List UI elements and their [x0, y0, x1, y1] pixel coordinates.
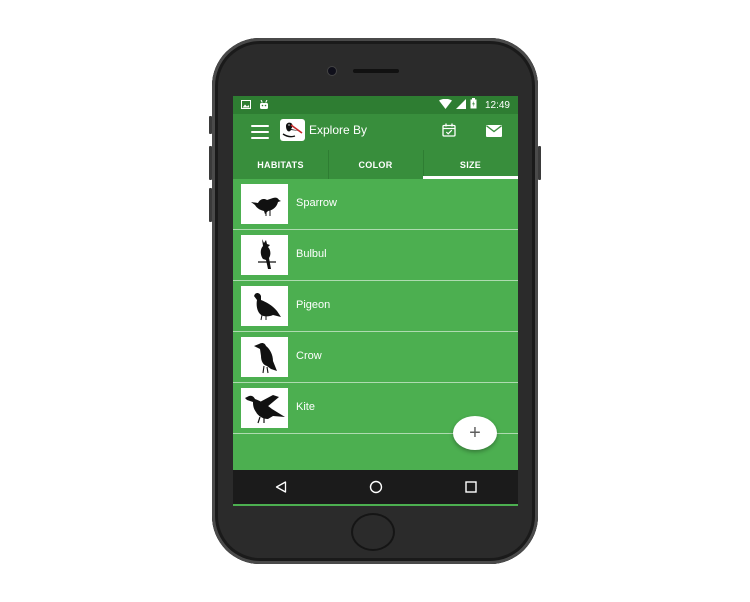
- home-button[interactable]: [353, 515, 393, 549]
- bird-name: Crow: [296, 350, 322, 362]
- bird-name: Bulbul: [296, 248, 327, 260]
- phone-frame: 12:49 Explore By HABITATS COLOR SIZE Spa…: [209, 38, 541, 564]
- bird-name: Sparrow: [296, 197, 337, 209]
- tab-habitats[interactable]: HABITATS: [233, 150, 328, 179]
- bird-name: Kite: [296, 401, 315, 413]
- status-time: 12:49: [484, 99, 510, 111]
- mail-icon[interactable]: [486, 124, 502, 142]
- calendar-icon[interactable]: [442, 123, 456, 142]
- volume-down-button: [209, 188, 212, 222]
- plus-icon: +: [469, 421, 481, 444]
- list-item-crow[interactable]: Crow: [233, 332, 518, 383]
- list-item-pigeon[interactable]: Pigeon: [233, 281, 518, 332]
- battery-icon: [470, 98, 477, 112]
- front-camera: [328, 67, 336, 75]
- app-title: Explore By: [309, 123, 368, 137]
- tab-label: SIZE: [459, 159, 482, 170]
- signal-icon: [455, 98, 466, 112]
- home-icon[interactable]: [361, 477, 391, 497]
- tab-size[interactable]: SIZE: [423, 150, 518, 179]
- tab-label: COLOR: [358, 159, 393, 170]
- menu-icon[interactable]: [251, 125, 269, 139]
- crow-icon: [241, 337, 288, 377]
- bird-name: Pigeon: [296, 299, 331, 311]
- image-icon: [241, 100, 251, 112]
- sparrow-icon: [241, 184, 288, 224]
- add-fab-button[interactable]: +: [453, 416, 497, 450]
- app-screen: 12:49 Explore By HABITATS COLOR SIZE Spa…: [233, 96, 518, 506]
- wifi-icon: [438, 98, 452, 112]
- recents-icon[interactable]: [456, 477, 486, 497]
- bulbul-icon: [241, 235, 288, 275]
- tab-label: HABITATS: [257, 159, 304, 170]
- volume-up-button: [209, 146, 212, 180]
- list-item-bulbul[interactable]: Bulbul: [233, 230, 518, 281]
- tab-bar: HABITATS COLOR SIZE: [233, 150, 518, 179]
- earpiece-speaker: [353, 69, 399, 73]
- silent-switch: [209, 116, 212, 134]
- power-button: [538, 146, 541, 180]
- app-bar: Explore By: [233, 114, 518, 150]
- android-icon: [259, 99, 269, 112]
- kite-icon: [241, 388, 288, 428]
- app-logo-icon: [280, 119, 305, 141]
- android-nav-bar: [233, 470, 518, 504]
- status-bar: 12:49: [233, 96, 518, 114]
- tab-color[interactable]: COLOR: [328, 150, 423, 179]
- pigeon-icon: [241, 286, 288, 326]
- bird-list: Sparrow Bulbul Pigeon Crow Kite: [233, 179, 518, 434]
- back-icon[interactable]: [266, 477, 296, 497]
- list-item-sparrow[interactable]: Sparrow: [233, 179, 518, 230]
